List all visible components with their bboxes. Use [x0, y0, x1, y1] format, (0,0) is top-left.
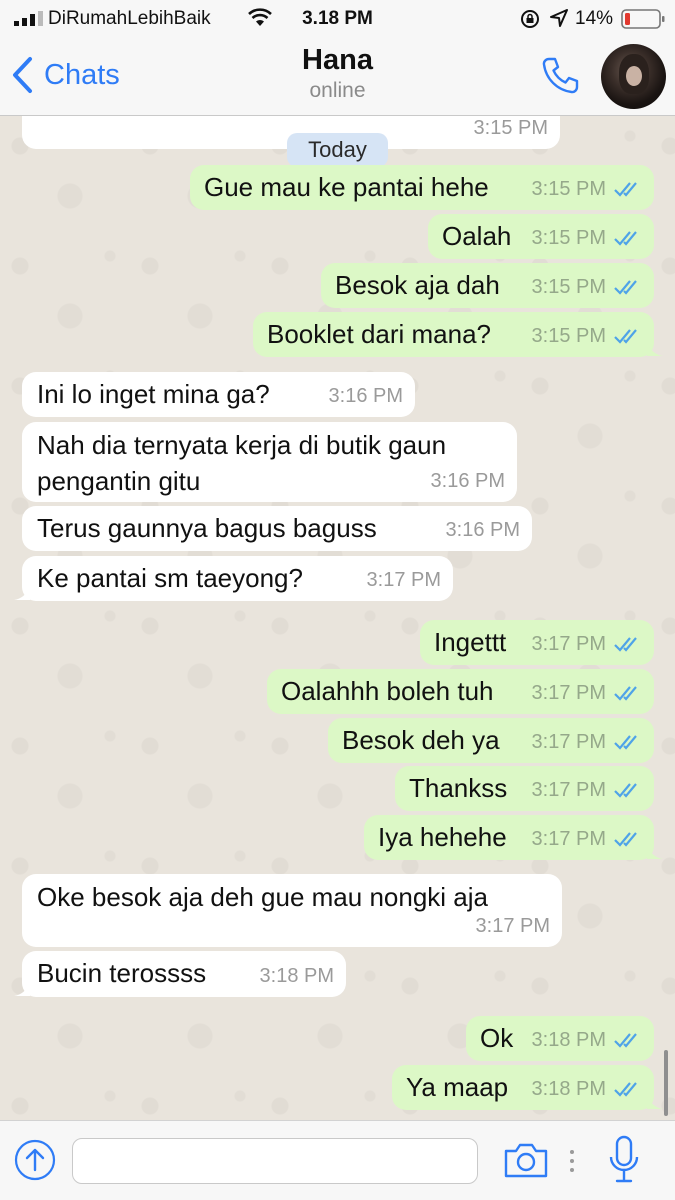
message-time: 3:18 PM [531, 1029, 606, 1051]
message-text: Booklet dari mana? [267, 319, 492, 349]
message-time: 3:16 PM [328, 385, 403, 407]
read-ticks-icon [614, 783, 637, 798]
message-time: 3:16 PM [445, 519, 520, 541]
read-ticks-icon [614, 637, 637, 652]
message-time: 3:18 PM [259, 965, 334, 987]
message-time: 3:18 PM [531, 1078, 606, 1100]
arrow-up-icon[interactable] [14, 1139, 56, 1181]
message-text: Bucin terossss [37, 958, 207, 988]
read-ticks-icon [614, 1033, 637, 1048]
avatar[interactable] [601, 44, 666, 109]
read-ticks-icon [614, 686, 637, 701]
bubble-tail [647, 1096, 663, 1109]
message-bubble-outgoing[interactable]: Ok 3:18 PM [466, 1016, 654, 1061]
message-time: 3:17 PM [475, 915, 550, 937]
message-text: Ya maap [406, 1072, 509, 1102]
message-text: Ingettt [434, 627, 507, 657]
message-time: 3:17 PM [531, 682, 606, 704]
message-text: Oalahhh boleh tuh [281, 676, 494, 706]
message-time: 3:17 PM [531, 779, 606, 801]
message-text: Gue mau ke pantai hehe [204, 172, 489, 202]
microphone-icon[interactable] [608, 1135, 640, 1185]
message-text: Thankss [409, 773, 508, 803]
status-time: 3.18 PM [302, 8, 373, 29]
date-separator: Today [287, 133, 388, 167]
message-bubble-outgoing[interactable]: Besok deh ya 3:17 PM [328, 718, 654, 763]
message-time: 3:15 PM [531, 276, 606, 298]
message-text: Besok aja dah [335, 270, 500, 300]
message-bubble-outgoing[interactable]: Besok aja dah 3:15 PM [321, 263, 654, 308]
bubble-tail [647, 846, 663, 859]
battery-icon [621, 9, 665, 29]
read-ticks-icon [614, 832, 637, 847]
message-text: Ini lo inget mina ga? [37, 379, 270, 409]
read-ticks-icon [614, 231, 637, 246]
message-time: 3:17 PM [531, 828, 606, 850]
message-bubble-incoming[interactable]: Oke besok aja deh gue mau nongki aja 3:1… [22, 874, 562, 947]
message-text: Iya hehehe [378, 822, 507, 852]
input-bar [0, 1120, 675, 1200]
battery-percentage: 14% [575, 8, 614, 29]
message-bubble-outgoing[interactable]: Ya maap 3:18 PM [392, 1065, 663, 1110]
message-time: 3:16 PM [430, 470, 505, 492]
message-bubble-outgoing[interactable]: Ingettt 3:17 PM [420, 620, 654, 665]
message-time: 3:15 PM [531, 178, 606, 200]
message-time: 3:15 PM [531, 325, 606, 347]
read-ticks-icon [614, 735, 637, 750]
location-icon [550, 9, 568, 27]
message-time: 3:15 PM [473, 117, 548, 139]
message-bubble-outgoing[interactable]: Iya hehehe 3:17 PM [364, 815, 663, 860]
message-time: 3:17 PM [531, 633, 606, 655]
orientation-lock-icon [521, 10, 539, 28]
more-dots-icon[interactable] [569, 1149, 575, 1173]
message-bubble-incoming[interactable]: Ke pantai sm taeyong? 3:17 PM [14, 556, 453, 601]
scrollbar[interactable] [664, 1050, 668, 1116]
message-text: Terus gaunnya bagus baguss [37, 513, 377, 543]
message-bubble-outgoing[interactable]: Oalah 3:15 PM [428, 214, 654, 259]
phone-icon[interactable] [538, 54, 582, 98]
chat-area[interactable]: 3:15 PM Today Gue mau ke pantai hehe 3:1… [0, 116, 675, 1120]
message-text: Nah dia ternyata kerja di butik gaun [37, 430, 447, 460]
bubble-tail [14, 983, 30, 996]
message-bubble-outgoing[interactable]: Booklet dari mana? 3:15 PM [253, 312, 663, 357]
message-bubble-outgoing[interactable]: Thankss 3:17 PM [395, 766, 654, 811]
bubble-tail [647, 343, 663, 356]
message-bubble-outgoing[interactable]: Gue mau ke pantai hehe 3:15 PM [190, 165, 654, 210]
message-text: Ke pantai sm taeyong? [37, 563, 303, 593]
message-time: 3:17 PM [531, 731, 606, 753]
message-text-line-2: pengantin gitu [37, 466, 201, 496]
read-ticks-icon [614, 280, 637, 295]
message-text: Ok [480, 1023, 514, 1053]
read-ticks-icon [614, 1082, 637, 1097]
message-text: Oke besok aja deh gue mau nongki aja [37, 882, 488, 912]
bubble-tail [14, 587, 30, 600]
chat-header: Chats Hana online [0, 38, 675, 116]
message-bubble-incoming[interactable]: Nah dia ternyata kerja di butik gaun pen… [22, 422, 517, 502]
message-bubble-outgoing[interactable]: Oalahhh boleh tuh 3:17 PM [267, 669, 654, 714]
message-input[interactable] [72, 1138, 478, 1184]
message-time: 3:17 PM [366, 569, 441, 591]
message-bubble-incoming[interactable]: Terus gaunnya bagus baguss 3:16 PM [22, 506, 532, 551]
message-bubble-incoming[interactable]: Ini lo inget mina ga? 3:16 PM [22, 372, 415, 417]
message-bubble-incoming[interactable]: Bucin terossss 3:18 PM [14, 951, 346, 997]
read-ticks-icon [614, 329, 637, 344]
message-text: Oalah [442, 221, 512, 251]
camera-icon[interactable] [503, 1141, 549, 1179]
read-ticks-icon [614, 182, 637, 197]
status-bar: DiRumahLebihBaik 3.18 PM 14% [0, 0, 675, 38]
message-time: 3:15 PM [531, 227, 606, 249]
message-text: Besok deh ya [342, 725, 500, 755]
